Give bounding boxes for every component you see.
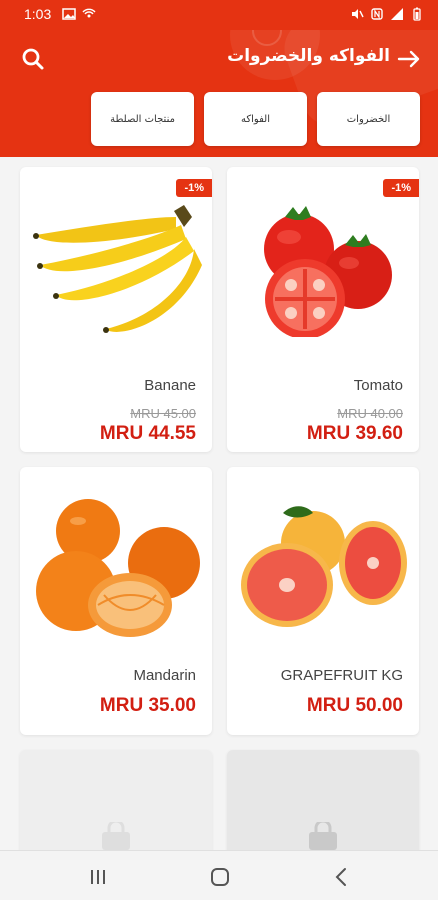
shopping-bag-icon xyxy=(102,822,130,850)
nfc-icon xyxy=(371,8,383,20)
app-header: الفواكه والخضروات الخضروات الفواكه منتجا… xyxy=(0,30,438,157)
status-time: 1:03 xyxy=(24,6,52,22)
mandarin-image xyxy=(36,499,200,637)
product-old-price: MRU 45.00 xyxy=(130,406,196,421)
status-bar: 1:03 xyxy=(0,0,438,30)
grapefruit-image xyxy=(241,506,407,627)
arrow-right-icon[interactable] xyxy=(396,46,422,72)
status-system-icons xyxy=(350,7,424,21)
product-name: Tomato xyxy=(353,377,403,394)
mute-icon xyxy=(352,9,364,19)
hotspot-icon xyxy=(82,8,96,18)
category-tab-salad[interactable]: منتجات الصلطة xyxy=(91,92,194,146)
shopping-bag-icon xyxy=(309,822,337,850)
category-tab-vegetables[interactable]: الخضروات xyxy=(317,92,420,146)
product-card-grapefruit[interactable]: GRAPEFRUIT KG MRU 50.00 xyxy=(227,467,419,735)
signal-icon xyxy=(391,8,403,20)
product-old-price: MRU 40.00 xyxy=(337,406,403,421)
category-tab-fruits[interactable]: الفواكه xyxy=(204,92,307,146)
product-card-banana[interactable]: -1% Banane MRU 45.00 MRU 44.55 xyxy=(20,167,212,452)
product-price: MRU 39.60 xyxy=(306,423,403,444)
product-card-placeholder xyxy=(227,750,419,850)
product-name: Mandarin xyxy=(133,667,196,684)
home-icon[interactable] xyxy=(208,865,232,889)
product-card-placeholder xyxy=(20,750,212,850)
back-icon[interactable] xyxy=(330,865,354,889)
banana-image xyxy=(33,205,202,333)
tomato-image xyxy=(264,206,392,337)
gallery-icon xyxy=(62,8,76,20)
product-card-tomato[interactable]: -1% Tomato MRU 40.00 MRU 39.60 xyxy=(227,167,419,452)
status-notification-icons xyxy=(62,7,96,21)
product-card-mandarin[interactable]: Mandarin MRU 35.00 xyxy=(20,467,212,735)
battery-icon xyxy=(413,7,421,21)
product-name: GRAPEFRUIT KG xyxy=(280,667,403,684)
product-grid: -1% Tomato MRU 40.00 MRU 39.60 -1% Banan… xyxy=(0,157,438,850)
product-price: MRU 35.00 xyxy=(99,695,196,716)
product-price: MRU 44.55 xyxy=(99,423,196,444)
product-price: MRU 50.00 xyxy=(306,695,403,716)
page-title: الفواكه والخضروات xyxy=(227,46,390,66)
search-icon[interactable] xyxy=(20,46,46,72)
system-navigation-bar xyxy=(0,850,438,900)
recent-apps-icon[interactable] xyxy=(86,865,110,889)
product-name: Banane xyxy=(144,377,196,394)
category-tabs: الخضروات الفواكه منتجات الصلطة xyxy=(0,92,438,146)
